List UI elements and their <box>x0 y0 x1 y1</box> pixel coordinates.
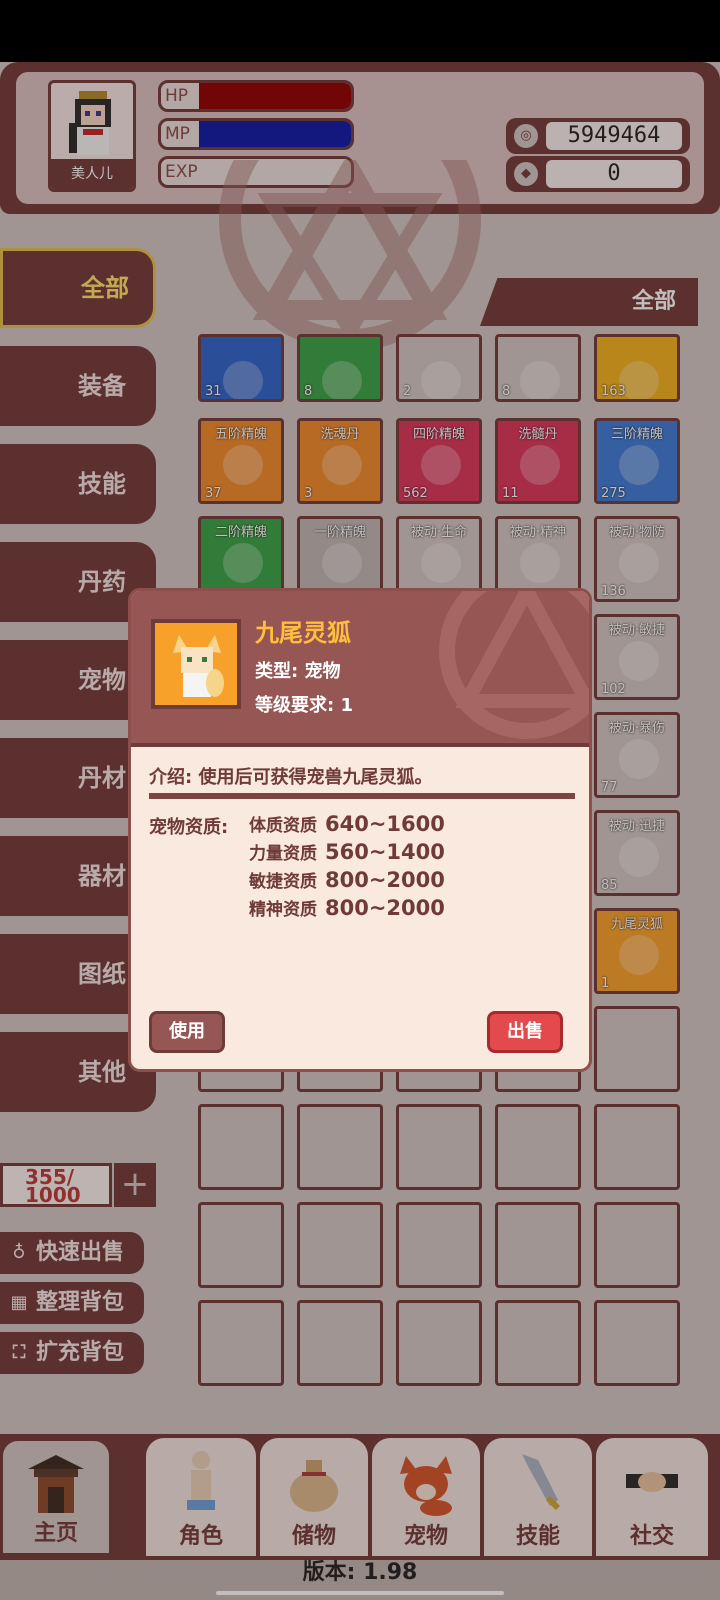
attr-value: 640~1600 <box>325 812 445 836</box>
pet-aptitude-label: 宠物资质: <box>149 817 229 838</box>
modal-header: 九尾灵狐 类型: 宠物 等级要求: 1 <box>131 591 589 747</box>
modal-divider <box>149 793 575 799</box>
attr-name: 体质资质 <box>249 816 317 836</box>
item-level-requirement: 等级要求: 1 <box>255 695 353 716</box>
attr-name: 敏捷资质 <box>249 872 317 892</box>
item-title: 九尾灵狐 <box>255 619 351 647</box>
item-type: 类型: 宠物 <box>255 661 341 682</box>
nine-tail-fox-icon <box>173 635 224 697</box>
attr-name: 力量资质 <box>249 844 317 864</box>
item-description: 介绍: 使用后可获得宠兽九尾灵狐。 <box>149 767 433 788</box>
attr-agility: 敏捷资质 800~2000 <box>249 867 445 892</box>
mp-label: MP <box>165 124 190 144</box>
hp-label: HP <box>165 86 189 106</box>
attr-name: 精神资质 <box>249 900 317 920</box>
use-button[interactable]: 使用 <box>149 1011 225 1053</box>
attr-constitution: 体质资质 640~1600 <box>249 811 445 836</box>
exp-label: EXP <box>165 162 198 182</box>
item-icon <box>151 619 241 709</box>
attr-value: 800~2000 <box>325 868 445 892</box>
status-bar <box>0 0 720 62</box>
attr-spirit: 精神资质 800~2000 <box>249 895 445 920</box>
sell-button[interactable]: 出售 <box>487 1011 563 1053</box>
attr-value: 800~2000 <box>325 896 445 920</box>
attr-strength: 力量资质 560~1400 <box>249 839 445 864</box>
attr-value: 560~1400 <box>325 840 445 864</box>
modal-emblem-icon <box>439 591 589 739</box>
item-detail-modal: 九尾灵狐 类型: 宠物 等级要求: 1 介绍: 使用后可获得宠兽九尾灵狐。 宠物… <box>128 588 592 1072</box>
